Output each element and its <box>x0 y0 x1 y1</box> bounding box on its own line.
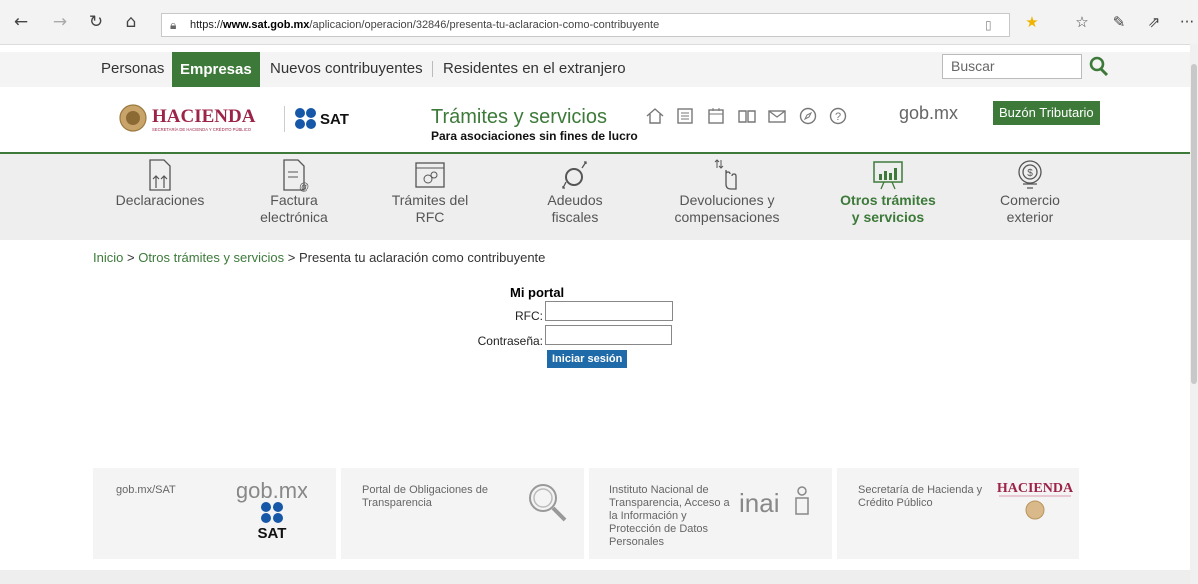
site-title[interactable]: Trámites y servicios <box>431 106 607 129</box>
gobmx-link[interactable]: gob.mx <box>899 103 958 124</box>
hacienda-logo-subtext: SECRETARÍA DE HACIENDA Y CRÉDITO PÚBLICO <box>152 127 252 132</box>
hacienda-logo-text: HACIENDA <box>152 106 256 127</box>
service-comercio-exterior[interactable]: $ Comercio exterior <box>997 154 1063 226</box>
gobmx-sat-logo: gob.mx SAT <box>237 478 307 542</box>
factura-icon: @ <box>283 159 309 192</box>
services-bar: Declaraciones @ Factura electrónica Trám… <box>0 154 1190 240</box>
password-label: Contraseña: <box>477 334 543 348</box>
url-path: /aplicacion/operacion/32846/presenta-tu-… <box>309 19 660 31</box>
breadcrumb-separator: > <box>126 250 135 265</box>
favorite-star-icon[interactable]: ★ <box>1021 12 1043 32</box>
breadcrumb-section[interactable]: Otros trámites y servicios <box>138 250 284 265</box>
service-adeudos[interactable]: Adeudos fiscales <box>537 154 613 226</box>
rfc-label: RFC: <box>515 309 543 323</box>
notes-icon[interactable]: ✎ <box>1108 12 1130 32</box>
service-label: Factura electrónica <box>260 192 328 225</box>
site-header: HACIENDA SECRETARÍA DE HACIENDA Y CRÉDIT… <box>0 88 1190 154</box>
magnifier-icon <box>529 484 567 522</box>
service-devoluciones[interactable]: Devoluciones y compensaciones <box>668 154 786 226</box>
devoluciones-icon <box>714 159 737 190</box>
login-button[interactable]: Iniciar sesión <box>547 350 628 368</box>
form-icon[interactable] <box>675 106 695 126</box>
nav-personas[interactable]: Personas <box>101 60 164 77</box>
service-label: Declaraciones <box>115 192 205 208</box>
otros-tramites-icon <box>873 161 903 190</box>
footer-card-gobmx-sat[interactable]: gob.mx/SAT gob.mx SAT <box>93 468 336 559</box>
help-icon[interactable]: ? <box>828 106 848 126</box>
service-rfc[interactable]: Trámites del RFC <box>385 154 475 226</box>
svg-text:?: ? <box>835 111 841 123</box>
lock-icon: 🔒︎ <box>170 18 177 32</box>
vertical-scrollbar[interactable] <box>1190 44 1198 584</box>
footer-card-text: Instituto Nacional de Transparencia, Acc… <box>609 484 730 548</box>
footer-card-inai[interactable]: Instituto Nacional de Transparencia, Acc… <box>589 468 832 559</box>
rfc-icon <box>415 162 445 188</box>
nav-nuevos-contribuyentes[interactable]: Nuevos contribuyentes <box>270 60 423 77</box>
comercio-exterior-icon: $ <box>1018 160 1042 189</box>
service-otros-tramites[interactable]: Otros trámites y servicios <box>835 154 941 226</box>
footer-logo-sub: SAT <box>258 525 287 542</box>
mail-icon[interactable] <box>767 106 787 126</box>
svg-text:$: $ <box>1027 168 1033 179</box>
footer-card-text: gob.mx/SAT <box>116 484 176 496</box>
breadcrumb-home[interactable]: Inicio <box>93 250 123 265</box>
logo-divider <box>284 106 285 132</box>
breadcrumb-separator: > <box>287 250 296 265</box>
rfc-input[interactable] <box>545 301 673 321</box>
browser-toolbar: ← → ↻ ⌂ 🔒︎ https://www.sat.gob.mx/aplica… <box>0 0 1198 45</box>
back-icon[interactable]: ← <box>10 12 32 32</box>
share-icon[interactable]: ⇗ <box>1143 12 1165 32</box>
url-prefix: https:// <box>190 19 224 31</box>
footer-card-text: Portal de Obligaciones de Transparencia <box>362 484 488 509</box>
footer-logo-text: HACIENDA <box>997 481 1074 496</box>
footer-bar <box>0 570 1198 584</box>
favorites-icon[interactable]: ☆ <box>1071 12 1093 32</box>
reading-view-icon[interactable]: ▯ <box>985 14 992 36</box>
home-icon[interactable]: ⌂ <box>120 12 142 32</box>
top-nav: Personas Empresas Nuevos contribuyentes … <box>0 52 1190 87</box>
svg-text:@: @ <box>299 182 309 192</box>
more-icon[interactable]: ··· <box>1176 12 1198 32</box>
scrollbar-thumb[interactable] <box>1191 64 1197 384</box>
declaraciones-icon <box>149 159 171 191</box>
nav-divider <box>432 61 433 77</box>
sat-logo[interactable]: SAT <box>293 104 403 134</box>
calendar-icon[interactable] <box>706 106 726 126</box>
footer-logo-text: inai <box>739 488 779 518</box>
breadcrumb: Inicio > Otros trámites y servicios > Pr… <box>93 250 545 265</box>
refresh-icon[interactable]: ↻ <box>85 12 107 32</box>
password-input[interactable] <box>545 325 672 345</box>
nav-residentes-extranjero[interactable]: Residentes en el extranjero <box>443 60 626 77</box>
hacienda-footer-logo: HACIENDA <box>997 481 1074 520</box>
footer-logo-text: gob.mx <box>237 478 307 503</box>
footer-card-transparencia[interactable]: Portal de Obligaciones de Transparencia <box>341 468 584 559</box>
service-label: Trámites del RFC <box>391 192 469 225</box>
service-label: Otros trámites y servicios <box>840 192 936 225</box>
sat-logo-text: SAT <box>320 111 349 128</box>
book-icon[interactable] <box>737 106 757 126</box>
inai-logo: inai <box>739 486 809 518</box>
url-domain: www.sat.gob.mx <box>223 19 310 31</box>
search-input[interactable]: Buscar <box>942 54 1082 79</box>
home-icon[interactable] <box>645 106 665 126</box>
breadcrumb-current: Presenta tu aclaración como contribuyent… <box>298 250 546 265</box>
service-label: Adeudos fiscales <box>547 192 603 225</box>
forward-icon[interactable]: → <box>49 12 71 32</box>
site-subtitle: Para asociaciones sin fines de lucro <box>431 129 638 143</box>
hacienda-logo[interactable]: HACIENDA SECRETARÍA DE HACIENDA Y CRÉDIT… <box>118 102 278 134</box>
service-declaraciones[interactable]: Declaraciones <box>108 154 212 209</box>
nav-empresas[interactable]: Empresas <box>172 52 260 87</box>
service-label: Comercio exterior <box>1000 192 1060 225</box>
compass-icon[interactable] <box>798 106 818 126</box>
service-label: Devoluciones y compensaciones <box>674 192 780 225</box>
address-bar[interactable]: 🔒︎ https://www.sat.gob.mx/aplicacion/ope… <box>161 13 1010 37</box>
search-icon[interactable] <box>1089 56 1109 78</box>
buzon-tributario-button[interactable]: Buzón Tributario <box>993 101 1100 125</box>
footer-card-hacienda[interactable]: Secretaría de Hacienda y Crédito Público… <box>837 468 1079 559</box>
footer-card-text: Secretaría de Hacienda y Crédito Público <box>858 484 983 509</box>
service-factura[interactable]: @ Factura electrónica <box>256 154 332 226</box>
adeudos-icon <box>562 161 587 189</box>
login-title: Mi portal <box>510 285 565 300</box>
